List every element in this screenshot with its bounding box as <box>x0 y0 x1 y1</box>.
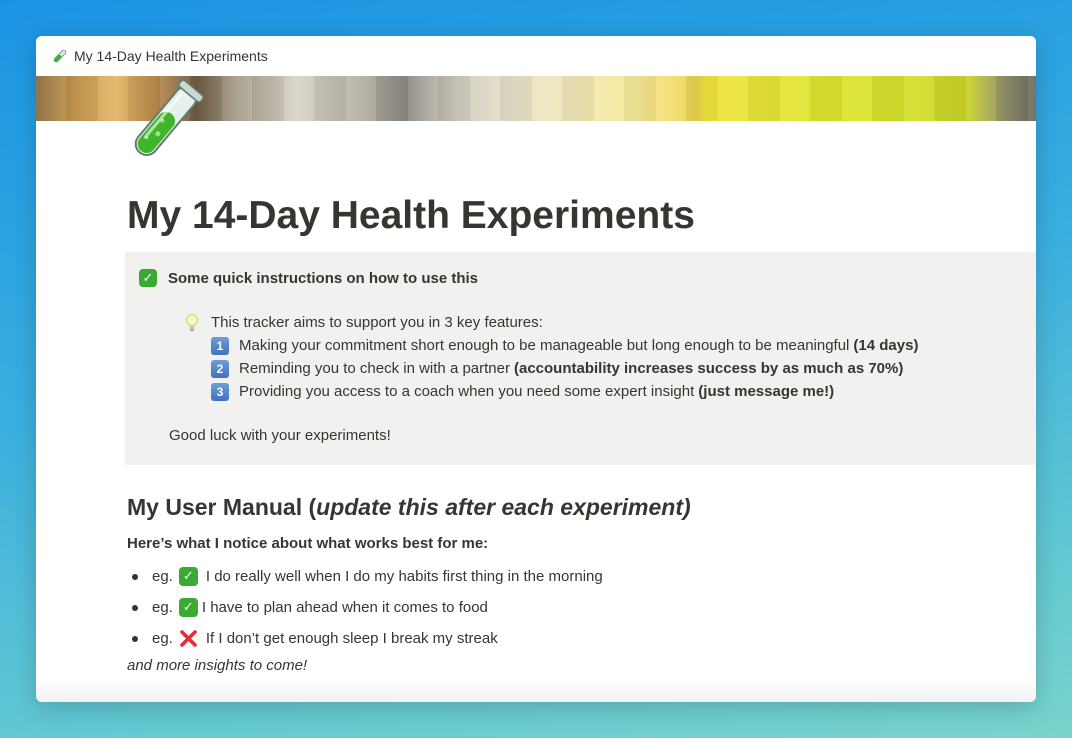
item-prefix: eg. <box>152 630 173 647</box>
app-window: My 14-Day Health Experiments My 14-Day H… <box>36 36 1036 702</box>
list-item[interactable]: eg. ✓ I have to plan ahead when it comes… <box>132 592 603 623</box>
callout-closing-text: Good luck with your experiments! <box>169 427 391 444</box>
bullet-dot <box>132 573 138 580</box>
item-prefix: eg. <box>152 568 173 585</box>
light-bulb-icon <box>185 313 199 333</box>
bottom-fade <box>36 680 1036 702</box>
check-mark-icon: ✓ <box>178 567 198 586</box>
feature-emphasis: (accountability increases success by as … <box>513 360 904 377</box>
feature-item: 2 Reminding you to check in with a partn… <box>185 357 918 380</box>
title-bar: My 14-Day Health Experiments <box>36 36 1036 76</box>
insights-footer[interactable]: and more insights to come! <box>127 657 307 674</box>
callout-heading-text: Some quick instructions on how to use th… <box>168 269 479 287</box>
check-mark-icon-wrap: ✓ <box>178 598 198 617</box>
feature-emphasis: (just message me!) <box>698 383 835 400</box>
list-item[interactable]: eg. ✓ I do really well when I do my habi… <box>132 561 603 592</box>
feature-text: Reminding you to check in with a partner <box>239 360 510 377</box>
bullet-dot <box>132 604 138 611</box>
feature-text: Providing you access to a coach when you… <box>239 383 695 400</box>
keycap-one-icon: 1 <box>211 336 229 355</box>
user-manual-heading-italic: update this after each experiment) <box>316 494 691 520</box>
item-prefix: eg. <box>152 599 173 616</box>
bullet-dot <box>132 635 138 642</box>
feature-item: 1 Making your commitment short enough to… <box>185 334 918 357</box>
user-manual-subheading[interactable]: Here’s what I notice about what works be… <box>127 535 488 552</box>
instructions-callout[interactable]: ✓ Some quick instructions on how to use … <box>125 252 1036 465</box>
test-tube-icon <box>52 48 68 64</box>
tip-intro-text: This tracker aims to support you in 3 ke… <box>211 314 543 331</box>
feature-text: Making your commitment short enough to b… <box>239 337 850 354</box>
keycap-three-icon: 3 <box>211 382 229 401</box>
item-text: I do really well when I do my habits fir… <box>205 568 603 585</box>
tip-block: This tracker aims to support you in 3 ke… <box>185 311 918 403</box>
insights-list: eg. ✓ I do really well when I do my habi… <box>132 561 603 654</box>
list-item[interactable]: eg. If I don’t get enough sleep I break … <box>132 623 603 654</box>
page-title[interactable]: My 14-Day Health Experiments <box>127 194 695 238</box>
user-manual-heading-text: My User Manual ( <box>127 494 317 520</box>
check-mark-icon: ✓ <box>178 598 198 617</box>
tip-intro-line: This tracker aims to support you in 3 ke… <box>185 311 918 334</box>
item-text: I have to plan ahead when it comes to fo… <box>201 599 488 616</box>
user-manual-heading[interactable]: My User Manual (update this after each e… <box>127 494 691 521</box>
test-tube-icon[interactable] <box>126 78 206 164</box>
tab-title[interactable]: My 14-Day Health Experiments <box>74 48 268 64</box>
cross-mark-icon <box>179 629 198 648</box>
feature-emphasis: (14 days) <box>853 337 919 354</box>
check-mark-icon-wrap: ✓ <box>178 567 198 586</box>
check-mark-icon: ✓ <box>139 269 157 287</box>
item-text: If I don’t get enough sleep I break my s… <box>205 630 498 647</box>
keycap-two-icon: 2 <box>211 359 229 378</box>
cross-mark-icon-wrap <box>179 629 198 648</box>
callout-heading: ✓ Some quick instructions on how to use … <box>139 269 478 287</box>
feature-item: 3 Providing you access to a coach when y… <box>185 380 918 403</box>
